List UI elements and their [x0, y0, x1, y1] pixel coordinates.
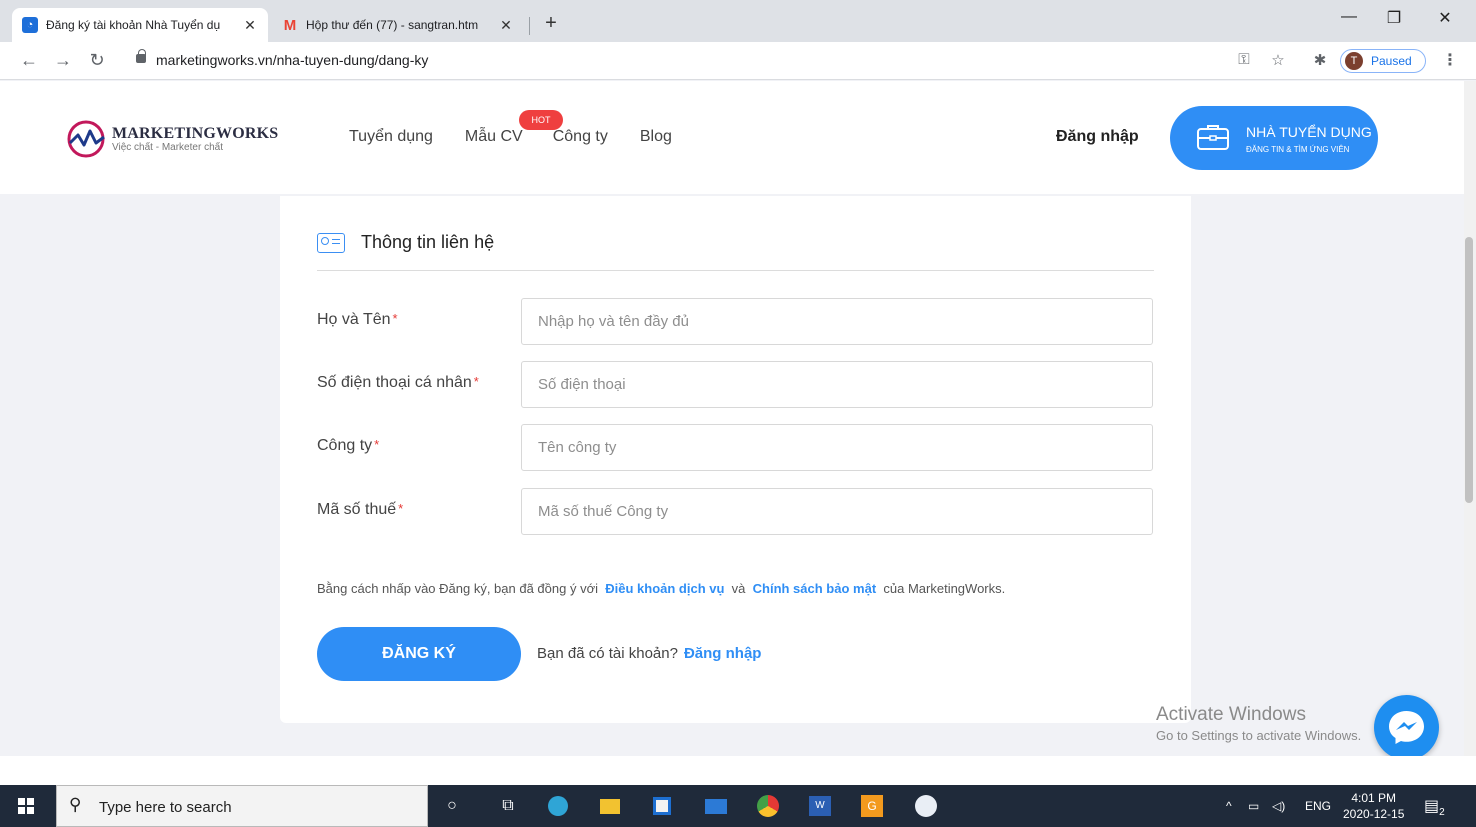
file-explorer-icon[interactable]: [598, 794, 622, 818]
tab-register[interactable]: ◔ Đăng ký tài khoản Nhà Tuyển dụ ✕: [12, 8, 268, 42]
nav-item-mau-cv[interactable]: Mẫu CV: [465, 128, 523, 146]
tab-gmail[interactable]: M Hộp thư đến (77) - sangtran.htm ✕: [272, 8, 524, 42]
network-icon[interactable]: ▭: [1248, 799, 1259, 813]
avatar: T: [1345, 52, 1363, 70]
browser-tabbar: ◔ Đăng ký tài khoản Nhà Tuyển dụ ✕ M Hộp…: [0, 0, 1476, 42]
chrome-icon[interactable]: [756, 794, 780, 818]
tab-title: Đăng ký tài khoản Nhà Tuyển dụ: [46, 18, 221, 32]
reload-icon[interactable]: ↻: [86, 50, 108, 70]
restore-button[interactable]: ❐: [1379, 8, 1409, 28]
field-label-full-name: Họ và Tên *: [317, 311, 398, 328]
page-bottom-area: [0, 756, 1476, 785]
task-view-icon[interactable]: ⧉: [496, 794, 520, 818]
site-logo[interactable]: MARKETINGWORKS Việc chất - Marketer chất: [66, 119, 278, 159]
main-nav: Tuyển dụng Mẫu CV Công ty Blog: [349, 128, 672, 146]
lock-icon[interactable]: [136, 49, 146, 63]
tray-chevron-icon[interactable]: ^: [1226, 799, 1232, 813]
search-icon: ⚲: [69, 795, 82, 814]
field-label-tax-code: Mã số thuế *: [317, 501, 404, 518]
page-scrollbar-thumb[interactable]: [1465, 237, 1473, 503]
hot-badge: HOT: [519, 110, 563, 130]
taskbar-search-placeholder: Type here to search: [99, 799, 232, 816]
store-icon[interactable]: [650, 794, 674, 818]
word-icon[interactable]: W: [808, 794, 832, 818]
logo-name: MARKETINGWORKS: [112, 125, 279, 142]
mail-icon[interactable]: [704, 794, 728, 818]
phone-field[interactable]: [521, 361, 1153, 408]
section-header: Thông tin liên hệ: [317, 232, 494, 253]
menu-kebab-icon[interactable]: ⋮: [1442, 50, 1458, 70]
section-divider: [317, 270, 1154, 271]
full-name-field[interactable]: [521, 298, 1153, 345]
nav-item-blog[interactable]: Blog: [640, 128, 672, 146]
key-icon[interactable]: ⚿: [1234, 51, 1254, 68]
company-field[interactable]: [521, 424, 1153, 471]
employer-button-title: NHÀ TUYỂN DỤNG: [1246, 124, 1372, 140]
register-form-card: Thông tin liên hệ Họ và Tên* Số điện tho…: [280, 196, 1191, 723]
has-account-text: Bạn đã có tài khoản? Đăng nhập: [537, 645, 762, 662]
marketingworks-favicon-icon: ◔: [22, 17, 38, 33]
taskbar-search-input[interactable]: ⚲ Type here to search: [56, 785, 428, 827]
contact-card-icon: [317, 232, 345, 253]
back-arrow-icon[interactable]: ←: [18, 50, 40, 70]
header-login-link[interactable]: Đăng nhập: [1056, 128, 1139, 146]
clock-date: 2020-12-15: [1343, 807, 1405, 821]
nav-item-tuyen-dung[interactable]: Tuyển dụng: [349, 128, 433, 146]
cortana-icon[interactable]: ○: [440, 794, 464, 818]
close-window-button[interactable]: ✕: [1430, 8, 1460, 28]
privacy-policy-link[interactable]: Chính sách bảo mật: [753, 581, 877, 596]
messenger-icon: [1389, 711, 1424, 744]
volume-icon[interactable]: ◁): [1272, 799, 1285, 813]
site-header: MARKETINGWORKS Việc chất - Marketer chất…: [0, 81, 1464, 194]
field-label-phone: Số điện thoại cá nhân *: [317, 374, 479, 391]
tax-code-field[interactable]: [521, 488, 1153, 535]
windows-start-icon[interactable]: [18, 798, 34, 814]
employer-button-subtitle: ĐĂNG TIN & TÌM ỨNG VIÊN: [1246, 145, 1350, 154]
minimize-button[interactable]: —: [1334, 8, 1364, 26]
required-mark: *: [392, 311, 398, 326]
messenger-chat-button[interactable]: [1374, 695, 1439, 760]
tab-separator: [529, 17, 530, 35]
address-bar[interactable]: marketingworks.vn/nha-tuyen-dung/dang-ky: [156, 52, 428, 68]
required-mark: *: [374, 437, 380, 452]
section-title: Thông tin liên hệ: [361, 232, 495, 252]
gmail-favicon-icon: M: [283, 16, 297, 34]
app-g-icon[interactable]: G: [860, 794, 884, 818]
terms-notice: Bằng cách nhấp vào Đăng ký, bạn đã đồng …: [317, 581, 1006, 596]
tab-close-icon[interactable]: ✕: [498, 17, 514, 34]
employer-button[interactable]: NHÀ TUYỂN DỤNG ĐĂNG TIN & TÌM ỨNG VIÊN: [1170, 106, 1378, 170]
marketingworks-logo-icon: [67, 120, 105, 158]
taskbar-clock[interactable]: 4:01 PM 2020-12-15: [1343, 790, 1404, 822]
language-indicator[interactable]: ENG: [1305, 799, 1331, 813]
terms-of-service-link[interactable]: Điều khoản dịch vụ: [605, 581, 724, 596]
edge-icon[interactable]: [546, 794, 570, 818]
bookmark-star-icon[interactable]: ☆: [1268, 51, 1288, 69]
extensions-puzzle-icon[interactable]: ✱: [1310, 51, 1330, 69]
browser-toolbar: ← → ↻ marketingworks.vn/nha-tuyen-dung/d…: [0, 42, 1476, 80]
tab-title: Hộp thư đến (77) - sangtran.htm: [306, 18, 479, 32]
profile-button[interactable]: T Paused: [1340, 49, 1426, 73]
notification-center-icon[interactable]: ▤2: [1424, 796, 1445, 818]
new-tab-button[interactable]: +: [540, 12, 562, 35]
profile-status: Paused: [1371, 54, 1412, 68]
nav-item-cong-ty[interactable]: Công ty: [553, 128, 608, 146]
logo-tagline: Việc chất - Marketer chất: [112, 142, 223, 153]
clock-time: 4:01 PM: [1351, 791, 1397, 805]
forward-arrow-icon[interactable]: →: [52, 50, 74, 70]
windows-taskbar: ⚲ Type here to search ○ ⧉ W G ^ ▭ ◁) ENG…: [0, 785, 1476, 827]
login-link[interactable]: Đăng nhập: [684, 645, 762, 662]
register-button[interactable]: ĐĂNG KÝ: [317, 627, 521, 681]
required-mark: *: [398, 501, 404, 516]
briefcase-icon: [1197, 125, 1229, 150]
activate-windows-watermark: Activate Windows Go to Settings to activ…: [1156, 704, 1362, 743]
zalo-icon[interactable]: [914, 794, 938, 818]
field-label-company: Công ty *: [317, 437, 380, 454]
tab-close-icon[interactable]: ✕: [242, 17, 258, 34]
required-mark: *: [473, 374, 479, 389]
